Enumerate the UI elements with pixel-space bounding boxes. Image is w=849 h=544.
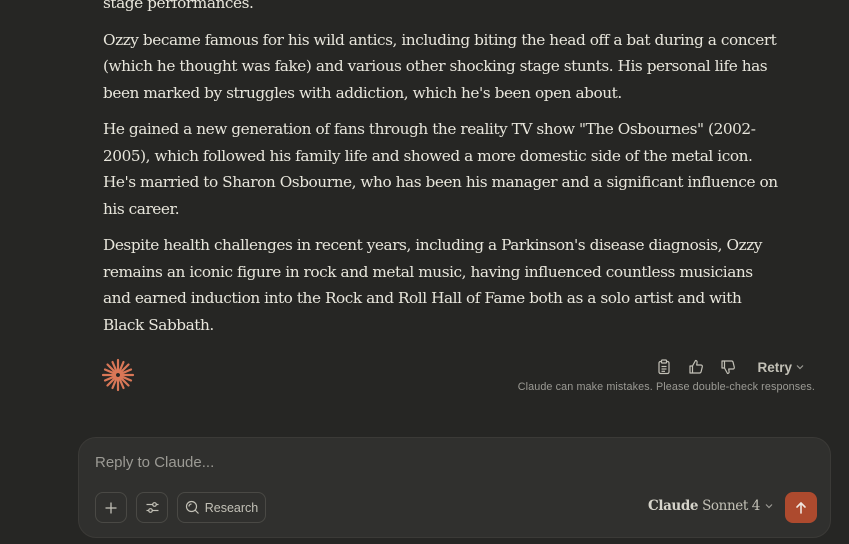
sliders-icon xyxy=(146,502,158,513)
send-button[interactable] xyxy=(785,492,817,523)
thumbs-up-button[interactable] xyxy=(683,354,709,380)
model-brand: Claude xyxy=(648,498,699,514)
model-selector[interactable]: Claude Sonnet 4 xyxy=(648,498,774,514)
retry-label: Retry xyxy=(757,359,792,375)
reply-input[interactable] xyxy=(95,454,795,471)
add-content-button[interactable] xyxy=(95,492,127,523)
thumbs-up-icon xyxy=(689,359,704,374)
message-paragraph-2: He gained a new generation of fans throu… xyxy=(103,120,778,218)
copy-button[interactable] xyxy=(651,354,677,380)
chat-page: stage performances. Ozzy became famous f… xyxy=(0,0,849,544)
chevron-down-icon xyxy=(796,365,804,370)
message-actions: Retry xyxy=(651,354,809,380)
disclaimer-text: Claude can make mistakes. Please double-… xyxy=(517,381,815,393)
message-partial-line: stage performances. xyxy=(103,0,254,12)
research-icon xyxy=(185,500,199,514)
chevron-down-icon xyxy=(765,504,773,509)
tools-settings-button[interactable] xyxy=(136,492,168,523)
claude-logo-icon xyxy=(101,358,135,392)
message-paragraph-3: Despite health challenges in recent year… xyxy=(103,236,762,334)
clipboard-icon xyxy=(658,359,671,375)
thumbs-down-icon xyxy=(721,360,736,375)
plus-icon xyxy=(105,502,117,513)
model-name: Sonnet 4 xyxy=(702,498,760,514)
retry-button[interactable]: Retry xyxy=(753,354,809,380)
thumbs-down-button[interactable] xyxy=(715,354,741,380)
research-button[interactable]: Research xyxy=(177,492,266,523)
assistant-message: stage performances. Ozzy became famous f… xyxy=(103,0,783,348)
research-label: Research xyxy=(204,500,259,515)
composer: Research Claude Sonnet 4 xyxy=(78,437,831,538)
message-paragraph-1: Ozzy became famous for his wild antics, … xyxy=(103,30,777,102)
arrow-up-icon xyxy=(796,501,806,514)
